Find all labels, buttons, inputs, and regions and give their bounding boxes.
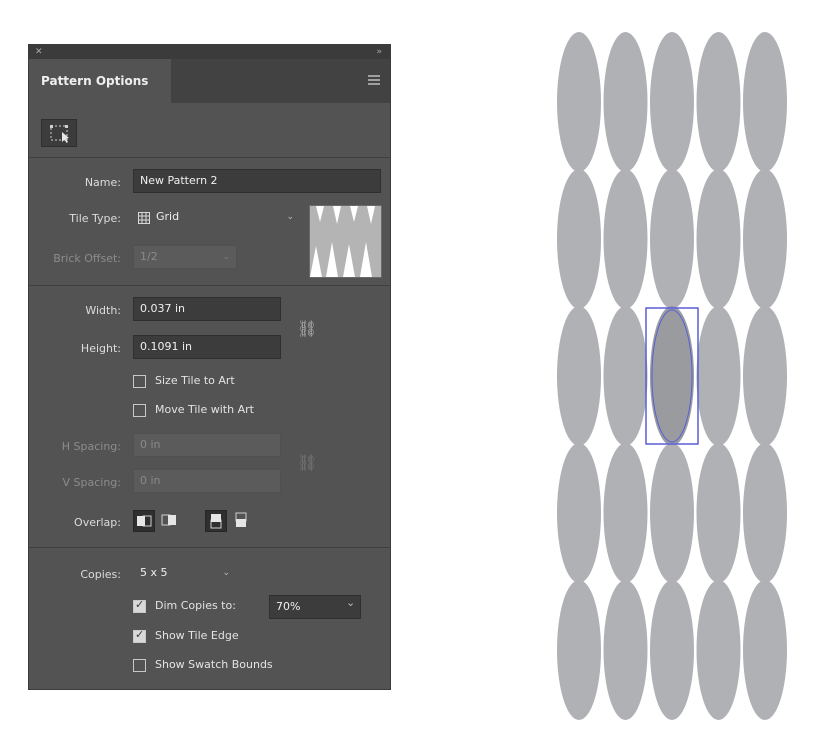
overlap-top-front-icon xyxy=(210,514,222,529)
overlap-right-front-icon xyxy=(161,514,176,526)
height-input[interactable]: 0.1091 in xyxy=(133,335,281,359)
overlap-left-front-icon xyxy=(137,515,152,527)
h-spacing-label: H Spacing: xyxy=(61,440,121,453)
pattern-copy-ellipse xyxy=(603,580,648,720)
panel-menu-icon[interactable] xyxy=(368,75,380,85)
name-label: Name: xyxy=(84,176,121,189)
divider xyxy=(29,285,390,286)
link-icon[interactable]: ⛓ xyxy=(297,319,317,338)
brick-offset-value: 1/2 xyxy=(140,250,158,263)
tab-pattern-options[interactable]: Pattern Options xyxy=(29,59,171,103)
panel-tab-row: Pattern Options xyxy=(29,59,390,103)
pattern-canvas[interactable] xyxy=(556,30,816,720)
chevron-down-icon: ⌄ xyxy=(222,568,230,578)
pattern-copy-ellipse xyxy=(650,580,694,720)
show-swatch-bounds-checkbox[interactable]: Show Swatch Bounds xyxy=(133,657,353,675)
pattern-preview xyxy=(557,32,787,720)
bottom-in-front-button[interactable] xyxy=(231,510,253,532)
move-tile-with-art-checkbox[interactable]: Move Tile with Art xyxy=(133,402,333,420)
right-in-front-button[interactable] xyxy=(159,510,181,532)
pattern-tile-tool-icon xyxy=(50,125,69,143)
top-in-front-button[interactable] xyxy=(205,510,227,532)
show-tile-edge-checkbox[interactable]: Show Tile Edge xyxy=(133,628,353,646)
chevron-down-icon[interactable]: ⌄ xyxy=(346,596,355,609)
width-input[interactable]: 0.037 in xyxy=(133,297,281,321)
pattern-copy-ellipse xyxy=(743,306,787,446)
pattern-copy-ellipse xyxy=(557,169,601,309)
pattern-copy-ellipse xyxy=(603,443,648,583)
divider xyxy=(29,157,390,158)
copies-value: 5 x 5 xyxy=(140,566,168,579)
pattern-copy-ellipse xyxy=(650,32,694,172)
dim-copies-label: Dim Copies to: xyxy=(155,599,236,612)
collapse-icon[interactable]: » xyxy=(376,47,382,57)
checkbox-box[interactable] xyxy=(133,404,146,417)
pattern-copy-ellipse xyxy=(557,32,601,172)
pattern-copy-ellipse xyxy=(557,306,601,446)
pattern-copy-ellipse xyxy=(696,32,741,172)
checkbox-box[interactable] xyxy=(133,598,146,613)
checkbox-box[interactable] xyxy=(133,659,146,672)
size-tile-to-art-checkbox[interactable]: Size Tile to Art xyxy=(133,373,333,391)
pattern-copy-ellipse xyxy=(696,580,741,720)
pattern-copy-ellipse xyxy=(557,580,601,720)
brick-offset-select[interactable]: 1/2 ⌄ xyxy=(133,245,237,269)
tile-type-label: Tile Type: xyxy=(69,212,121,225)
tile-preview xyxy=(309,205,382,278)
chevron-down-icon: ⌄ xyxy=(222,252,230,262)
pattern-copy-ellipse xyxy=(743,32,787,172)
pattern-copy-ellipse xyxy=(557,443,601,583)
v-spacing-input[interactable]: 0 in xyxy=(133,469,281,493)
pattern-copy-ellipse xyxy=(696,443,741,583)
pattern-copy-ellipse xyxy=(603,169,648,309)
pattern-copy-ellipse xyxy=(603,306,648,446)
pattern-options-panel: ✕ » Pattern Options Name: New Pattern 2 … xyxy=(28,44,391,690)
checkbox-box[interactable] xyxy=(133,375,146,388)
pattern-copy-ellipse xyxy=(650,443,694,583)
panel-title-bar[interactable]: ✕ » xyxy=(29,45,390,59)
copies-label: Copies: xyxy=(80,568,121,581)
brick-offset-label: Brick Offset: xyxy=(53,252,121,265)
chevron-down-icon: ⌄ xyxy=(286,212,294,222)
overlap-label: Overlap: xyxy=(74,516,121,529)
show-tile-edge-label: Show Tile Edge xyxy=(155,629,239,642)
checkbox-box[interactable] xyxy=(133,628,146,643)
move-tile-with-art-label: Move Tile with Art xyxy=(155,403,254,416)
pattern-copy-ellipse xyxy=(650,169,694,309)
tile-type-select[interactable]: Grid ⌄ xyxy=(133,205,299,229)
show-swatch-bounds-label: Show Swatch Bounds xyxy=(155,658,273,671)
height-label: Height: xyxy=(80,342,121,355)
pattern-copy-ellipse xyxy=(696,306,741,446)
width-label: Width: xyxy=(85,304,121,317)
grid-icon xyxy=(138,212,150,224)
divider xyxy=(29,547,390,548)
pattern-copy-ellipse xyxy=(743,580,787,720)
pattern-copy-ellipse xyxy=(696,169,741,309)
pattern-copy-ellipse xyxy=(743,443,787,583)
tile-editing-tool-button[interactable] xyxy=(41,119,77,147)
tile-type-value: Grid xyxy=(156,210,180,223)
size-tile-to-art-label: Size Tile to Art xyxy=(155,374,235,387)
name-input[interactable]: New Pattern 2 xyxy=(133,169,381,193)
pattern-copy-ellipse xyxy=(603,32,648,172)
close-icon[interactable]: ✕ xyxy=(35,47,43,57)
copies-select[interactable]: 5 x 5 ⌄ xyxy=(133,561,237,585)
left-in-front-button[interactable] xyxy=(133,510,155,532)
link-icon[interactable]: ⛓ xyxy=(297,453,317,472)
pattern-tile-ellipse[interactable] xyxy=(650,306,694,446)
overlap-bottom-front-icon xyxy=(235,512,247,527)
tile-preview-graphic xyxy=(310,206,381,277)
v-spacing-label: V Spacing: xyxy=(62,476,122,489)
pattern-copy-ellipse xyxy=(743,169,787,309)
h-spacing-input[interactable]: 0 in xyxy=(133,433,281,457)
